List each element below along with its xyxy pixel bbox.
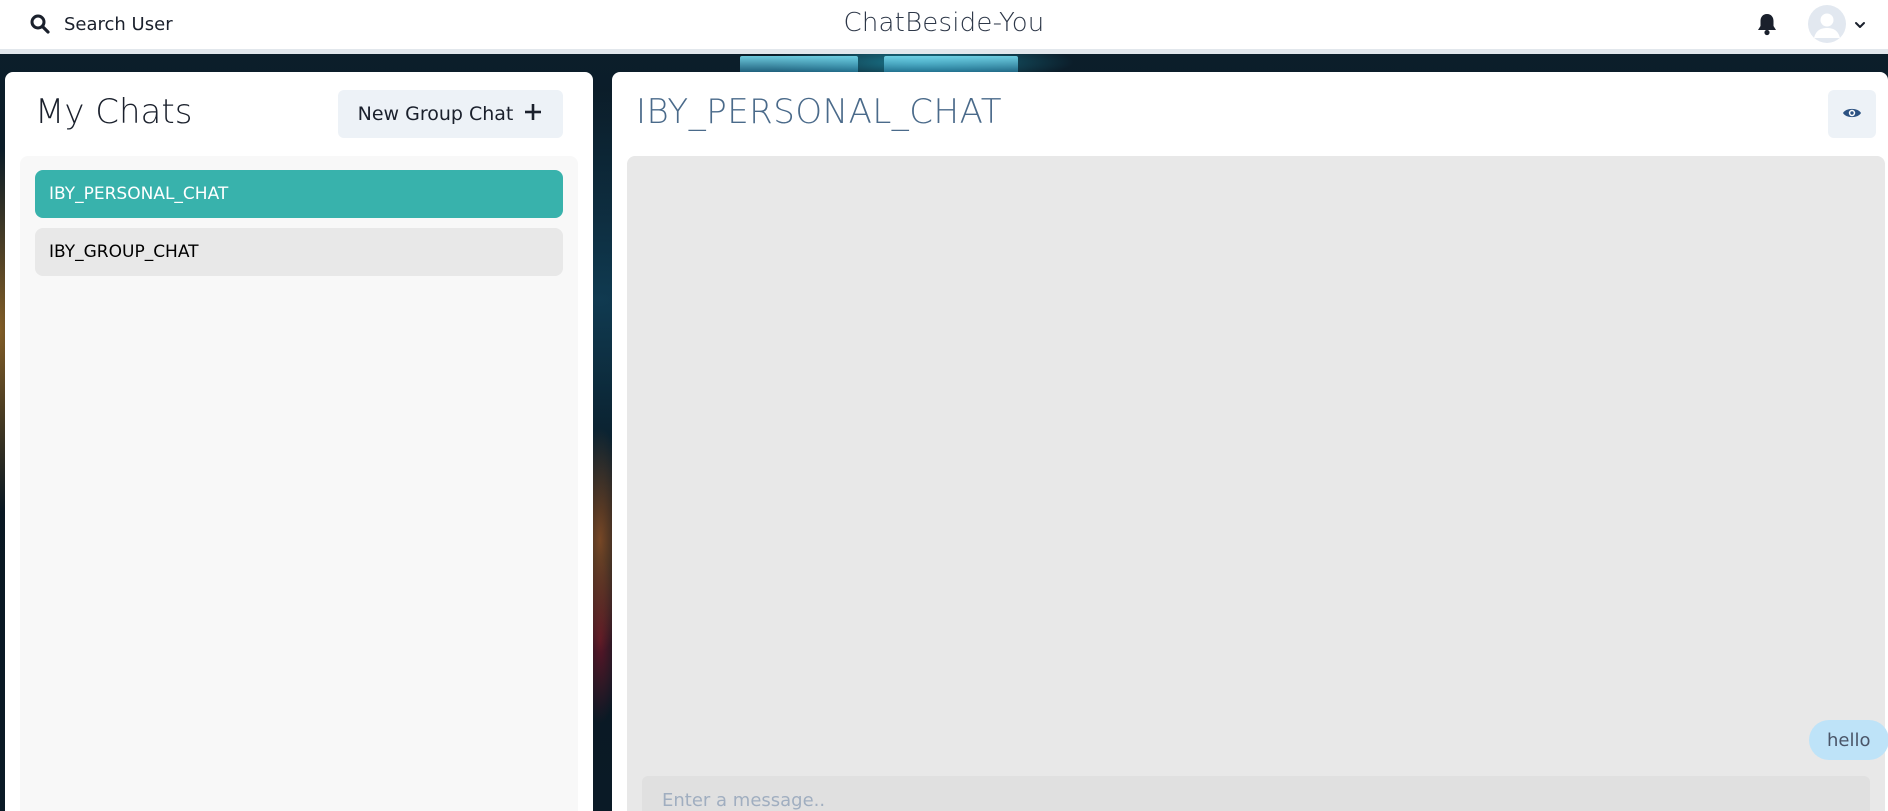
chat-name: IBY_GROUP_CHAT [49,242,199,262]
chat-list: IBY_PERSONAL_CHAT IBY_GROUP_CHAT [20,156,578,811]
search-user-button[interactable]: Search User [20,8,183,40]
my-chats-panel: My Chats New Group Chat IBY_PERSONAL_CHA… [5,72,593,811]
profile-menu-button[interactable] [1808,5,1866,43]
messages-area: hello [627,156,1888,811]
new-group-chat-label: New Group Chat [357,103,514,125]
message-input[interactable] [642,776,1870,811]
search-user-label: Search User [64,13,173,35]
view-profile-button[interactable] [1828,90,1876,138]
user-avatar-icon [1808,5,1846,43]
bell-icon[interactable] [1754,11,1780,37]
chat-list-item[interactable]: IBY_PERSONAL_CHAT [35,170,563,218]
chat-panel: IBY_PERSONAL_CHAT hello [612,72,1888,811]
my-chats-title: My Chats [35,92,193,132]
new-group-chat-button[interactable]: New Group Chat [338,90,563,138]
app-title: ChatBeside-You [843,8,1045,38]
plus-icon [523,102,543,127]
search-icon [30,14,50,34]
chat-name: IBY_PERSONAL_CHAT [49,184,229,204]
message-bubble: hello [1809,720,1888,760]
chat-list-item[interactable]: IBY_GROUP_CHAT [35,228,563,276]
chat-title: IBY_PERSONAL_CHAT [636,92,1002,132]
eye-icon [1842,105,1862,124]
top-bar: Search User ChatBeside-You [0,0,1888,54]
chevron-down-icon [1854,15,1866,34]
